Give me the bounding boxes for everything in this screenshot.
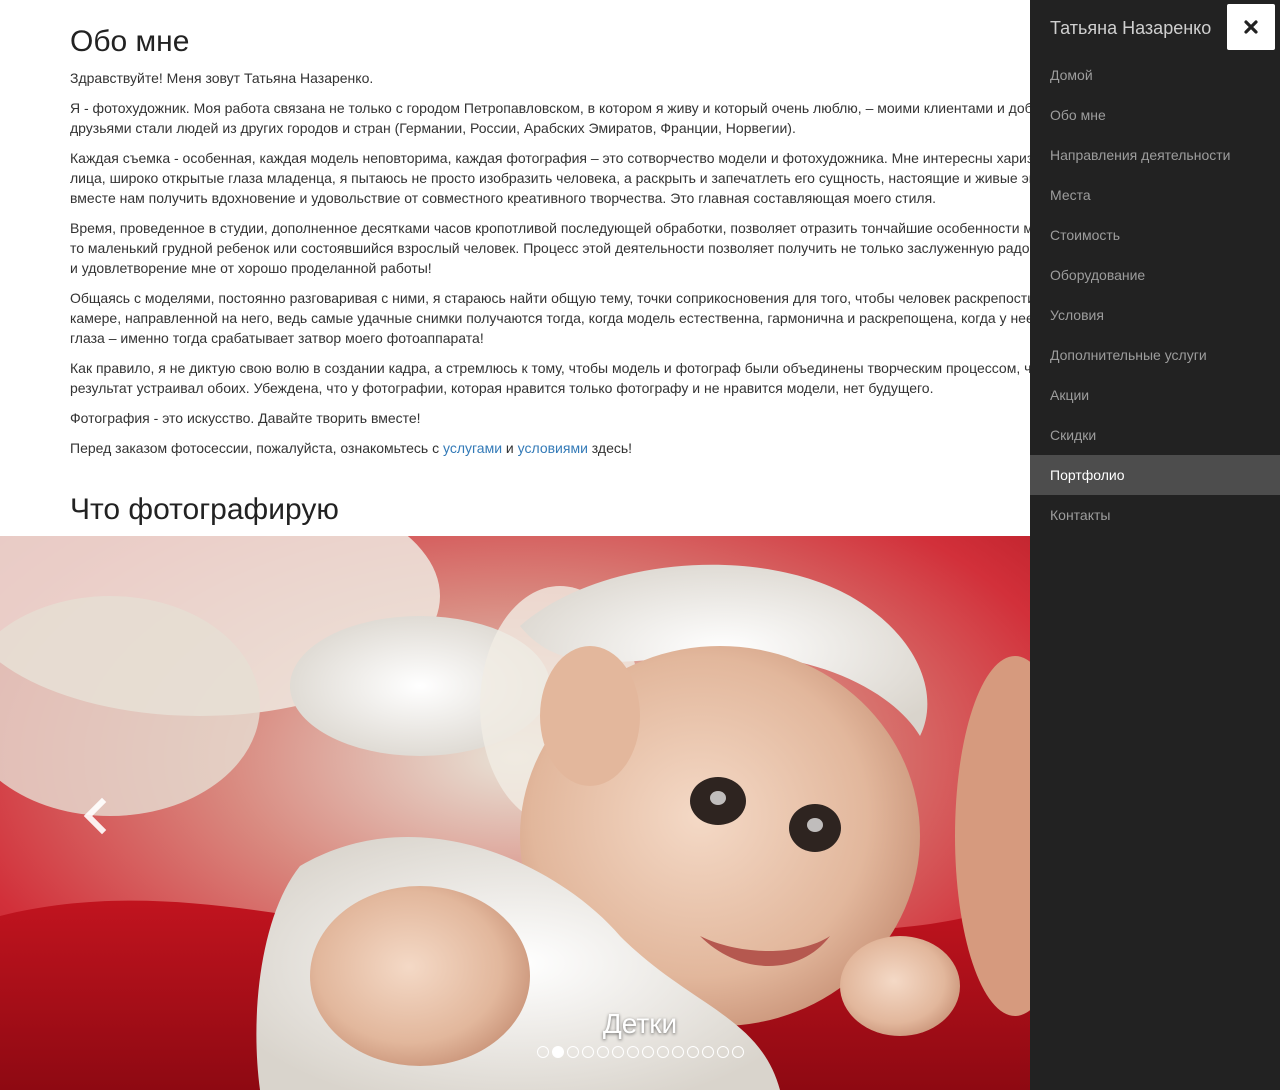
- about-paragraph: Время, проведенное в студии, дополненное…: [70, 220, 1030, 276]
- carousel-indicator-dot[interactable]: [597, 1046, 609, 1058]
- carousel-indicator-dot[interactable]: [732, 1046, 744, 1058]
- order-note: Перед заказом фотосессии, пожалуйста, оз…: [70, 438, 1030, 458]
- menu-item-discounts[interactable]: Скидки: [1030, 415, 1280, 455]
- menu-item-contacts[interactable]: Контакты: [1030, 495, 1280, 535]
- order-note-and: и: [502, 440, 518, 456]
- menu-item-about[interactable]: Обо мне: [1030, 95, 1280, 135]
- carousel-indicator-dot[interactable]: [687, 1046, 699, 1058]
- carousel-indicator-dot[interactable]: [657, 1046, 669, 1058]
- carousel-prev-button[interactable]: [78, 796, 112, 836]
- about-paragraph: Фотография - это искусство. Давайте твор…: [70, 410, 421, 426]
- about-text: Здравствуйте! Меня зовут Татьяна Назарен…: [70, 68, 1030, 468]
- about-paragraph: Как правило, я не диктую свою волю в соз…: [70, 360, 1030, 396]
- menu-item-portfolio[interactable]: Портфолио: [1030, 455, 1280, 495]
- order-note-suffix: здесь!: [587, 440, 633, 456]
- carousel-indicator-dot[interactable]: [627, 1046, 639, 1058]
- side-menu-list: Домой Обо мне Направления деятельности Мест…: [1030, 55, 1280, 535]
- carousel-indicator-dot[interactable]: [672, 1046, 684, 1058]
- carousel-indicators: [537, 1046, 744, 1058]
- menu-item-promotions[interactable]: Акции: [1030, 375, 1280, 415]
- carousel-indicator-dot[interactable]: [567, 1046, 579, 1058]
- close-menu-button[interactable]: [1227, 4, 1275, 50]
- about-paragraph: Здравствуйте! Меня зовут Татьяна Назарен…: [70, 70, 374, 86]
- menu-item-home[interactable]: Домой: [1030, 55, 1280, 95]
- about-paragraph: Я - фотохудожник. Моя работа связана не …: [70, 100, 1030, 136]
- carousel-indicator-dot[interactable]: [612, 1046, 624, 1058]
- side-menu: Татьяна Назаренко Домой Обо мне Направлени…: [1030, 0, 1280, 1090]
- chevron-left-icon: [83, 797, 107, 835]
- carousel-indicator-dot[interactable]: [642, 1046, 654, 1058]
- about-paragraph: Каждая съемка - особенная, каждая модель…: [70, 150, 1030, 206]
- menu-item-places[interactable]: Места: [1030, 175, 1280, 215]
- menu-item-price[interactable]: Стоимость: [1030, 215, 1280, 255]
- side-menu-title: Татьяна Назаренко: [1050, 18, 1212, 38]
- carousel-indicator-dot[interactable]: [717, 1046, 729, 1058]
- carousel-indicator-dot[interactable]: [552, 1046, 564, 1058]
- menu-item-extra-services[interactable]: Дополнительные услуги: [1030, 335, 1280, 375]
- menu-item-conditions[interactable]: Условия: [1030, 295, 1280, 335]
- section-title-what-i-photograph: Что фотографирую: [70, 493, 339, 526]
- about-title: Обо мне: [70, 25, 190, 58]
- order-note-prefix: Перед заказом фотосессии, пожалуйста, оз…: [70, 440, 443, 456]
- about-paragraph: Общаясь с моделями, постоянно разговарив…: [70, 290, 1030, 346]
- carousel-indicator-dot[interactable]: [537, 1046, 549, 1058]
- close-icon: [1244, 20, 1258, 34]
- menu-item-equipment[interactable]: Оборудование: [1030, 255, 1280, 295]
- services-link[interactable]: услугами: [443, 440, 502, 456]
- carousel-indicator-dot[interactable]: [582, 1046, 594, 1058]
- main-content: Обо мне Здравствуйте! Меня зовут Татьяна…: [0, 0, 1030, 1090]
- carousel-indicator-dot[interactable]: [702, 1046, 714, 1058]
- menu-item-directions[interactable]: Направления деятельности: [1030, 135, 1280, 175]
- conditions-link[interactable]: условиями: [518, 440, 588, 456]
